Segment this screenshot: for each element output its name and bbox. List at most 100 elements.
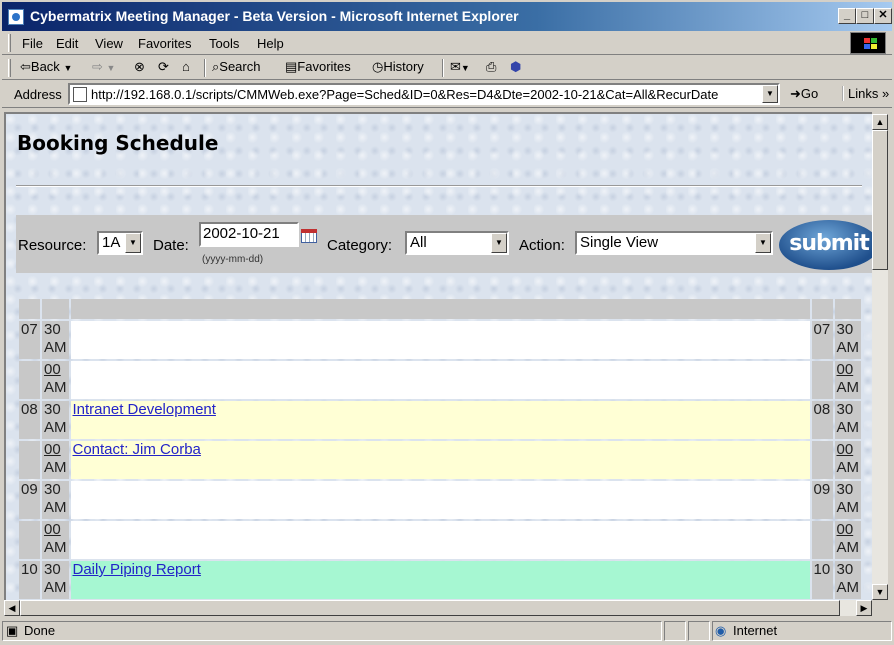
mail-icon[interactable]: ✉▼ — [450, 59, 470, 77]
scroll-down-icon[interactable]: ▼ — [872, 584, 888, 600]
ampm-text: AM — [44, 379, 67, 396]
scroll-right-icon[interactable]: ▶ — [856, 600, 872, 616]
status-pane — [2, 621, 662, 641]
menu-file[interactable]: File — [22, 36, 43, 51]
back-button[interactable]: ⇦Back ▼ — [20, 59, 72, 77]
ampm-text: AM — [44, 579, 67, 596]
hour-cell: 08 — [811, 401, 833, 439]
minute-text: 30 — [836, 481, 854, 498]
status-bar: ▣ Done ◉ Internet — [2, 619, 892, 643]
scroll-corner — [872, 600, 888, 616]
status-pane — [664, 621, 686, 641]
schedule-row: 09 30 AM 09 30 AM — [19, 481, 861, 519]
internet-zone-icon: ◉ — [715, 623, 727, 638]
minute-cell[interactable]: 00 AM — [42, 441, 69, 479]
ampm-text: AM — [44, 419, 67, 436]
schedule-table: 07 30 AM 07 30 AM 00 AM 00 AM 08 30 AM Intranet Devel… — [17, 297, 863, 600]
minute-cell[interactable]: 00 AM — [834, 361, 861, 399]
minute-cell: 30 AM — [834, 561, 861, 599]
ampm-text: AM — [836, 459, 860, 476]
menu-help[interactable]: Help — [257, 36, 284, 51]
category-select[interactable]: All ▼ — [405, 231, 509, 255]
menu-edit[interactable]: Edit — [56, 36, 78, 51]
address-dropdown-icon[interactable]: ▼ — [762, 85, 778, 103]
windows-logo-icon — [850, 32, 886, 54]
menu-tools[interactable]: Tools — [209, 36, 239, 51]
chevron-down-icon: ▼ — [106, 63, 116, 73]
go-button[interactable]: ➜Go — [790, 86, 818, 102]
minute-cell[interactable]: 00 AM — [42, 521, 69, 559]
booking-link[interactable]: Intranet Development — [73, 401, 216, 418]
submit-button[interactable]: submit — [779, 220, 872, 270]
booking-link[interactable]: Contact: Jim Corba — [73, 441, 201, 458]
search-button[interactable]: ⌕Search — [212, 59, 260, 77]
history-button[interactable]: ◷History — [372, 59, 424, 77]
minute-cell: 30 AM — [42, 481, 69, 519]
status-page-icon: ▣ — [6, 623, 19, 638]
hour-cell: 07 — [19, 321, 40, 359]
ampm-text: AM — [836, 419, 860, 436]
minute-text: 30 — [44, 321, 61, 338]
forward-button[interactable]: ⇨ ▼ — [92, 59, 115, 77]
zone-text: Internet — [733, 623, 778, 638]
close-button[interactable]: ✕ — [874, 8, 892, 24]
scroll-left-icon[interactable]: ◀ — [4, 600, 20, 616]
maximize-button[interactable]: □ — [856, 8, 874, 24]
print-icon[interactable]: ⎙ — [486, 59, 496, 77]
booking-slot[interactable]: Daily Piping Report — [70, 561, 810, 599]
booking-link[interactable]: Daily Piping Report — [73, 561, 201, 578]
horizontal-scroll-thumb[interactable] — [20, 600, 840, 616]
minute-cell[interactable]: 00 AM — [42, 361, 69, 399]
home-icon[interactable]: ⌂ — [182, 59, 190, 77]
links-button[interactable]: Links » — [842, 86, 889, 101]
booking-slot[interactable] — [70, 361, 810, 399]
resource-select[interactable]: 1A ▼ — [97, 231, 143, 255]
stop-icon[interactable]: ⊗ — [134, 59, 145, 77]
minute-cell: 30 AM — [834, 481, 861, 519]
hour-cell — [811, 441, 833, 479]
favorites-button[interactable]: ▤Favorites — [285, 59, 351, 77]
hour-cell: 08 — [19, 401, 40, 439]
action-select[interactable]: Single View ▼ — [575, 231, 773, 255]
date-format-hint: (yyyy-mm-dd) — [202, 254, 264, 265]
ampm-text: AM — [836, 499, 860, 516]
horizontal-scrollbar[interactable]: ◀ ▶ — [4, 600, 872, 616]
calendar-icon[interactable] — [301, 229, 317, 243]
minute-link[interactable]: 00 — [44, 441, 61, 458]
hour-cell — [811, 521, 833, 559]
minute-text: 30 — [44, 561, 61, 578]
header-cell — [70, 299, 810, 319]
booking-slot[interactable] — [70, 481, 810, 519]
divider — [16, 185, 862, 187]
scroll-up-icon[interactable]: ▲ — [872, 114, 888, 130]
date-input[interactable]: 2002-10-21 — [199, 222, 299, 247]
minute-cell: 30 AM — [834, 401, 861, 439]
minute-link[interactable]: 00 — [837, 441, 854, 458]
minimize-button[interactable]: _ — [838, 8, 856, 24]
address-url[interactable]: http://192.168.0.1/scripts/CMMWeb.exe?Pa… — [91, 87, 763, 102]
messenger-icon[interactable]: ⬢ — [510, 59, 521, 77]
hour-cell: 07 — [811, 321, 833, 359]
vertical-scroll-thumb[interactable] — [872, 130, 888, 270]
booking-slot[interactable] — [70, 521, 810, 559]
vertical-scrollbar[interactable]: ▲ ▼ — [872, 114, 888, 600]
minute-cell[interactable]: 00 AM — [834, 441, 861, 479]
booking-slot[interactable] — [70, 321, 810, 359]
address-input[interactable]: http://192.168.0.1/scripts/CMMWeb.exe?Pa… — [68, 83, 780, 105]
action-label: Action: — [519, 237, 565, 254]
minute-link[interactable]: 00 — [44, 361, 61, 378]
menu-favorites[interactable]: Favorites — [138, 36, 191, 51]
menu-view[interactable]: View — [95, 36, 123, 51]
header-cell — [19, 299, 40, 319]
minute-text: 30 — [44, 481, 61, 498]
refresh-icon[interactable]: ⟳ — [158, 59, 169, 77]
minute-cell[interactable]: 00 AM — [834, 521, 861, 559]
booking-slot[interactable]: Intranet Development — [70, 401, 810, 439]
minute-link[interactable]: 00 — [44, 521, 61, 538]
hour-cell — [19, 361, 40, 399]
booking-slot[interactable]: Contact: Jim Corba — [70, 441, 810, 479]
ampm-text: AM — [836, 379, 860, 396]
minute-link[interactable]: 00 — [837, 361, 854, 378]
window-title: Cybermatrix Meeting Manager - Beta Versi… — [30, 8, 519, 24]
minute-link[interactable]: 00 — [837, 521, 854, 538]
